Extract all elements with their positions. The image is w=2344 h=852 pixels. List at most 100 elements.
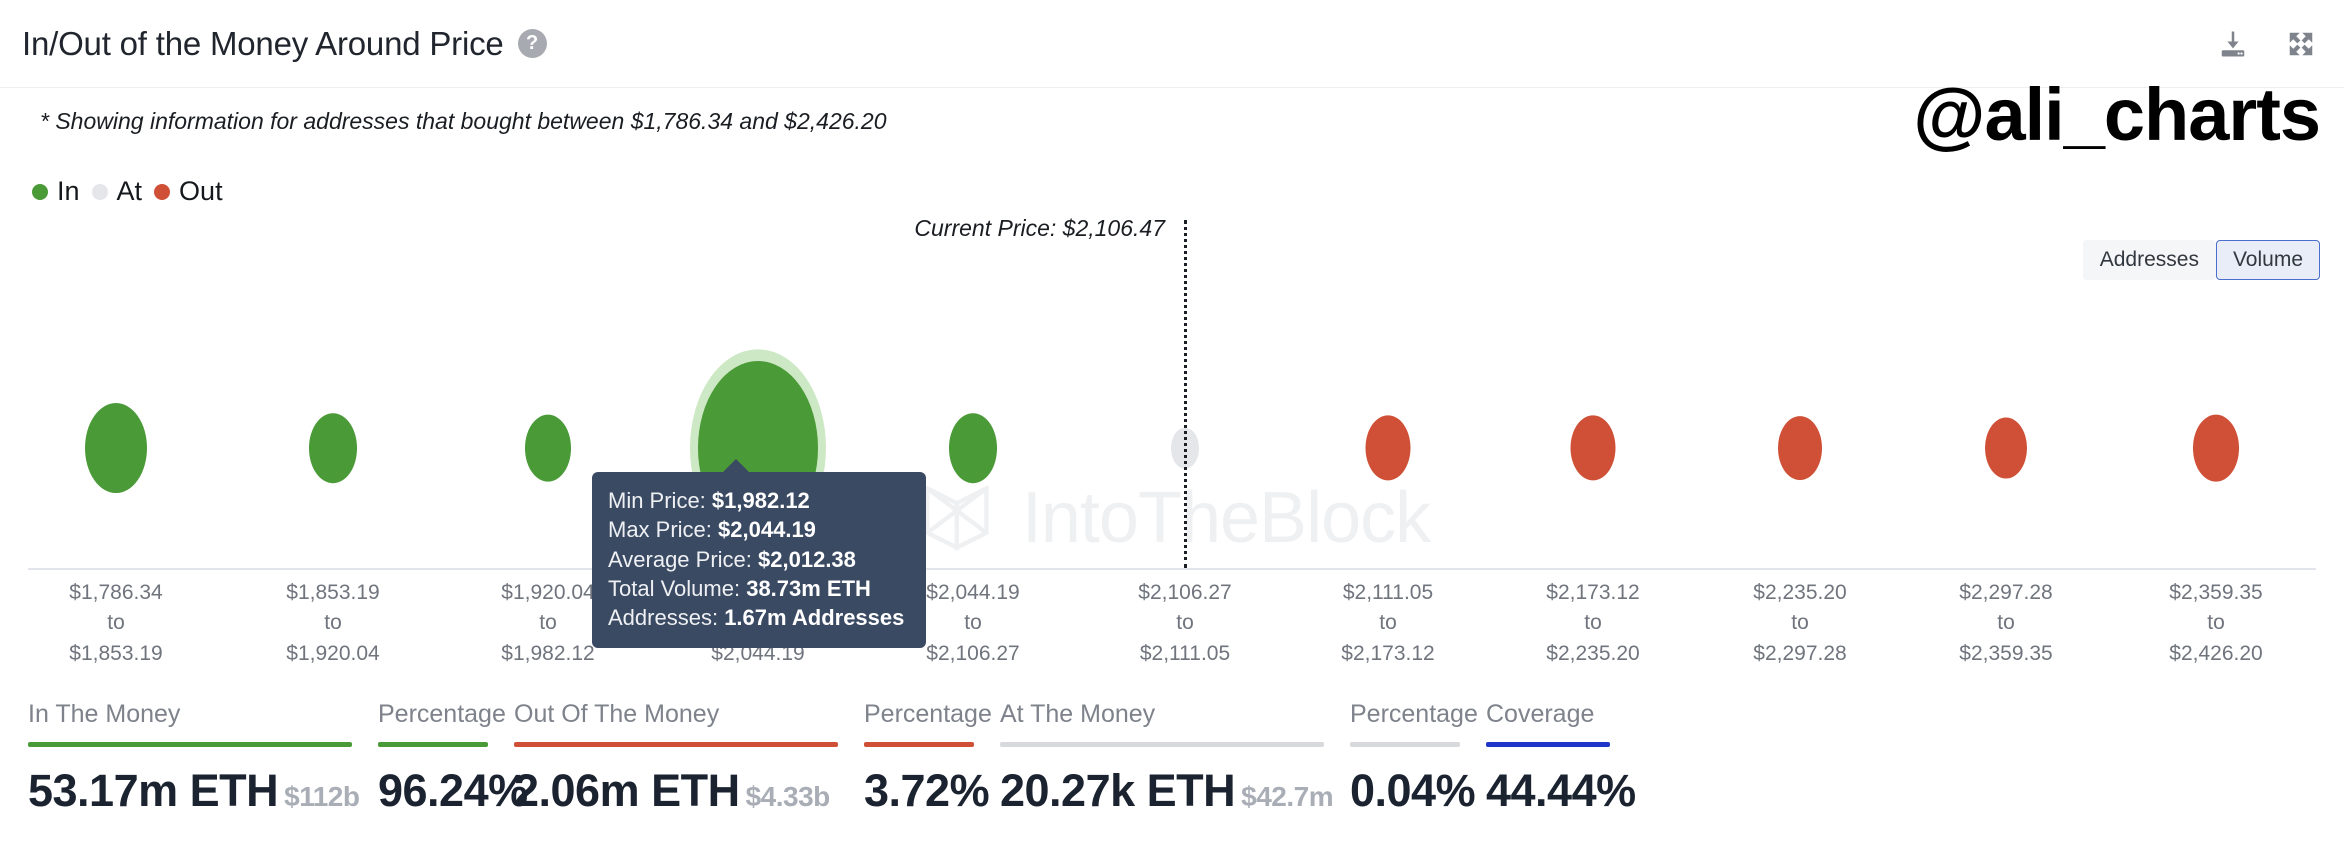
- legend-item-out[interactable]: Out: [154, 176, 223, 207]
- download-icon[interactable]: [2216, 27, 2250, 61]
- stat-value-group: 53.17m ETH$112b: [28, 765, 352, 817]
- stat-value-group: 3.72%: [864, 765, 974, 817]
- tooltip-row-value: $2,044.19: [718, 517, 816, 542]
- stat-label: Percentage: [1350, 700, 1460, 729]
- stat-value-group: 0.04%: [1350, 765, 1460, 817]
- x-tick-min: $1,786.34: [69, 578, 162, 608]
- x-axis-tick-10: $2,359.35to$2,426.20: [2169, 578, 2262, 669]
- x-axis-labels: $1,786.34to$1,853.19$1,853.19to$1,920.04…: [28, 578, 2316, 670]
- x-axis-tick-6: $2,111.05to$2,173.12: [1341, 578, 1434, 669]
- bubble-out-7[interactable]: [1571, 415, 1616, 480]
- stat-value: 96.24%: [378, 765, 528, 816]
- toggle-addresses-button[interactable]: Addresses: [2083, 240, 2216, 280]
- stat-percentage-5: Percentage 0.04%: [1350, 700, 1486, 852]
- intotheblock-watermark: IntoTheBlock: [914, 475, 1430, 561]
- x-tick-max: $1,853.19: [69, 639, 162, 669]
- stat-label: Percentage: [378, 700, 488, 729]
- legend-dot-icon: [32, 184, 48, 200]
- tooltip-row: Average Price: $2,012.38: [608, 545, 910, 574]
- bubble-out-10[interactable]: [2193, 415, 2239, 482]
- x-tick-max: $2,235.20: [1546, 639, 1639, 669]
- x-tick-separator: to: [926, 608, 1019, 638]
- bubble-out-6[interactable]: [1366, 415, 1411, 480]
- toggle-volume-button[interactable]: Volume: [2216, 240, 2320, 280]
- x-tick-max: $2,426.20: [2169, 639, 2262, 669]
- tooltip-arrow: [722, 459, 750, 473]
- legend-dot-icon: [154, 184, 170, 200]
- stat-percentage-3: Percentage3.72%: [864, 700, 1000, 852]
- tooltip-row-value: $2,012.38: [758, 547, 856, 572]
- metric-toggle-group: AddressesVolume: [2083, 240, 2320, 280]
- stat-subvalue: $42.7m: [1241, 781, 1333, 812]
- x-tick-separator: to: [1341, 608, 1434, 638]
- stat-label: Out Of The Money: [514, 700, 838, 729]
- x-tick-separator: to: [2169, 608, 2262, 638]
- x-tick-separator: to: [1546, 608, 1639, 638]
- tooltip-row-label: Addresses:: [608, 605, 718, 630]
- legend-item-at[interactable]: At: [92, 176, 143, 207]
- x-tick-separator: to: [69, 608, 162, 638]
- stat-rule: [864, 742, 974, 747]
- legend-item-label: Out: [179, 176, 223, 207]
- legend-item-in[interactable]: In: [32, 176, 80, 207]
- legend: In At Out: [32, 176, 223, 207]
- title-group: In/Out of the Money Around Price ?: [22, 25, 547, 63]
- x-tick-max: $2,359.35: [1959, 639, 2052, 669]
- stat-percentage-1: Percentage 96.24%: [378, 700, 514, 852]
- x-tick-min: $1,920.04: [501, 578, 594, 608]
- x-tick-max: $2,297.28: [1753, 639, 1846, 669]
- stat-value-group: 44.44%: [1486, 765, 1610, 817]
- stat-rule: [1000, 742, 1324, 747]
- x-axis-tick-2: $1,920.04to$1,982.12: [501, 578, 594, 669]
- bubble-in-4[interactable]: [949, 413, 997, 483]
- bubble-out-8[interactable]: [1778, 416, 1822, 480]
- current-price-line: [1184, 220, 1187, 568]
- legend-item-label: In: [57, 176, 80, 207]
- legend-dot-icon: [92, 184, 108, 200]
- bubble-out-9[interactable]: [1985, 418, 2027, 479]
- legend-item-label: At: [117, 176, 143, 207]
- tooltip-row-value: $1,982.12: [712, 488, 810, 513]
- intotheblock-logo-icon: [914, 475, 1000, 561]
- x-tick-separator: to: [501, 608, 594, 638]
- stat-value: 2.06m ETH: [514, 765, 740, 816]
- x-tick-separator: to: [286, 608, 379, 638]
- stat-value-group: 2.06m ETH$4.33b: [514, 765, 838, 817]
- stat-label: Coverage: [1486, 700, 1610, 729]
- author-watermark: @ali_charts: [1913, 78, 2320, 152]
- stat-value: 3.72%: [864, 765, 989, 816]
- stat-subvalue: $4.33b: [746, 781, 830, 812]
- stat-in-the-money-0: In The Money53.17m ETH$112b: [28, 700, 378, 852]
- stat-rule: [378, 742, 488, 747]
- x-axis-tick-8: $2,235.20to$2,297.28: [1753, 578, 1846, 669]
- tooltip-row: Min Price: $1,982.12: [608, 486, 910, 515]
- expand-icon[interactable]: [2284, 27, 2318, 61]
- tooltip-row: Max Price: $2,044.19: [608, 515, 910, 544]
- tooltip-row-value: 1.67m Addresses: [724, 605, 904, 630]
- x-tick-min: $2,359.35: [2169, 578, 2262, 608]
- question-mark-icon[interactable]: ?: [518, 29, 547, 58]
- x-tick-separator: to: [1138, 608, 1231, 638]
- bubble-plot: IntoTheBlock Current Price: $2,106.47: [28, 300, 2316, 570]
- stat-out-of-the-money-2: Out Of The Money 2.06m ETH$4.33b: [514, 700, 864, 852]
- x-tick-min: $2,044.19: [926, 578, 1019, 608]
- bubble-in-2[interactable]: [525, 415, 571, 482]
- stat-value-group: 96.24%: [378, 765, 488, 817]
- stat-at-the-money-4: At The Money 20.27k ETH$42.7m: [1000, 700, 1350, 852]
- stat-value: 20.27k ETH: [1000, 765, 1235, 816]
- x-tick-min: $1,853.19: [286, 578, 379, 608]
- stat-value-group: 20.27k ETH$42.7m: [1000, 765, 1324, 817]
- x-tick-max: $2,111.05: [1138, 639, 1231, 669]
- tooltip-row: Addresses: 1.67m Addresses: [608, 603, 910, 632]
- stat-value: 0.04%: [1350, 765, 1475, 816]
- stat-coverage-6: Coverage 44.44%: [1486, 700, 1636, 852]
- bubble-in-0[interactable]: [85, 403, 147, 493]
- tooltip-row: Total Volume: 38.73m ETH: [608, 574, 910, 603]
- stat-rule: [28, 742, 352, 747]
- intotheblock-watermark-text: IntoTheBlock: [1022, 482, 1430, 554]
- stat-label: At The Money: [1000, 700, 1324, 729]
- bubble-in-1[interactable]: [309, 413, 357, 483]
- x-tick-separator: to: [1959, 608, 2052, 638]
- x-axis-tick-4: $2,044.19to$2,106.27: [926, 578, 1019, 669]
- current-price-label: Current Price: $2,106.47: [914, 215, 1165, 242]
